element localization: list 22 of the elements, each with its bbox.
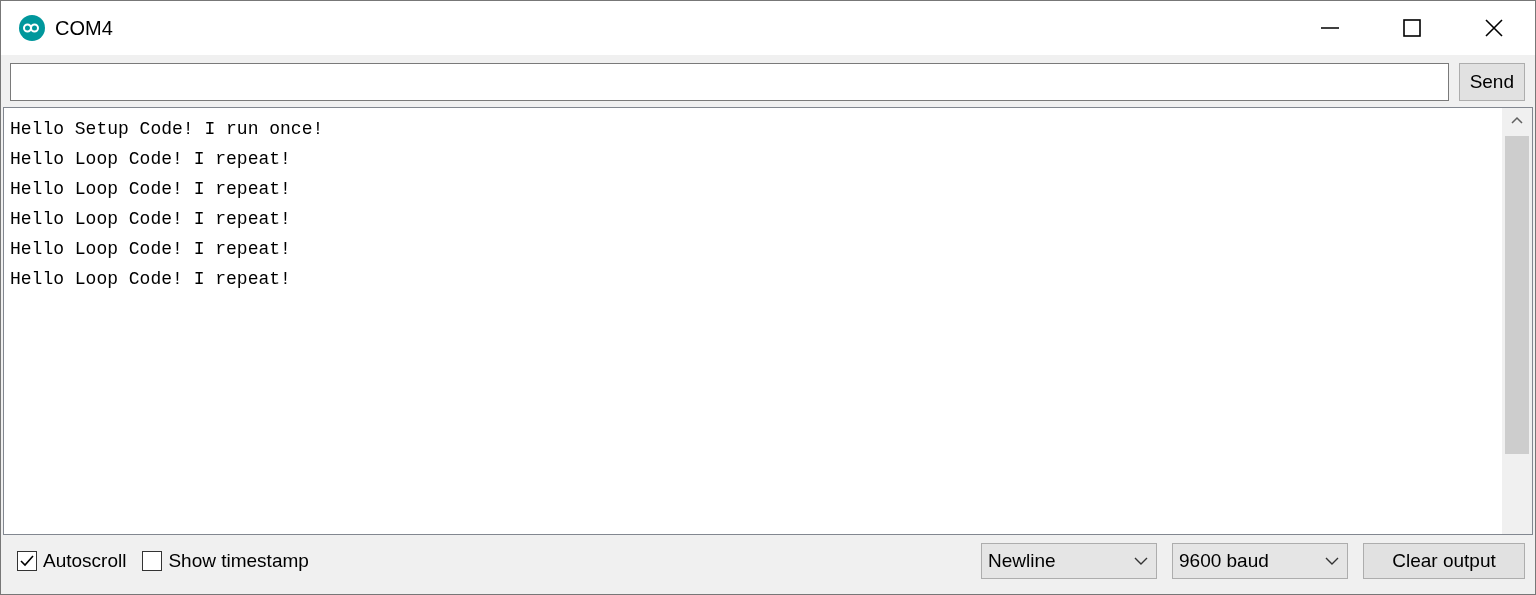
output-line: Hello Loop Code! I repeat!	[10, 238, 291, 261]
scrollbar[interactable]	[1502, 108, 1532, 534]
checkbox[interactable]: Show timestamp	[142, 550, 309, 572]
output-line: Hello Setup Code! I run once!	[10, 118, 324, 141]
output-line: Hello Loop Code! I repeat!	[10, 268, 291, 291]
checkbox[interactable]: Autoscroll	[17, 550, 127, 572]
output-line: Hello Loop Code! I repeat!	[10, 208, 291, 231]
chevron-down-icon	[1134, 556, 1148, 566]
chevron-down-icon	[1325, 556, 1339, 566]
minimize-icon	[1321, 27, 1339, 29]
close-icon	[1485, 19, 1503, 37]
dropdown[interactable]: Newline	[981, 543, 1157, 579]
clear-output-button[interactable]: Clear output	[1363, 543, 1525, 579]
maximize-icon	[1403, 19, 1421, 37]
app-logo-icon	[19, 15, 45, 41]
input-field[interactable]	[10, 63, 1449, 101]
window-title: COM4	[55, 16, 113, 40]
checkmark-icon	[19, 553, 35, 569]
send-button[interactable]: Send	[1458, 63, 1525, 101]
dropdown[interactable]: 9600 baud	[1172, 543, 1348, 579]
output-line: Hello Loop Code! I repeat!	[10, 148, 291, 171]
output-line: Hello Loop Code! I repeat!	[10, 178, 291, 201]
